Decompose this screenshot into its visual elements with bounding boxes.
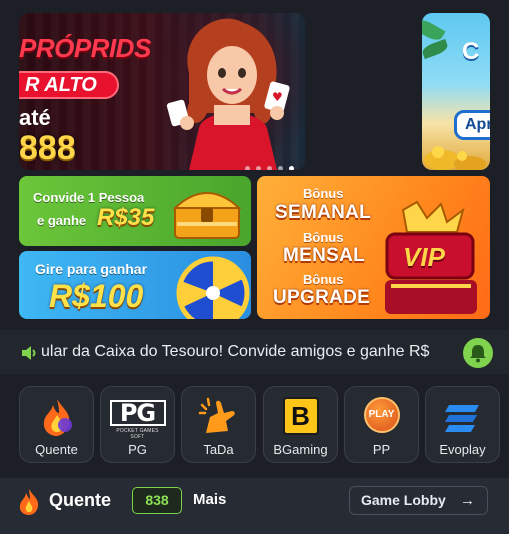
notification-bell-button[interactable] (463, 338, 493, 368)
bell-icon (470, 345, 486, 363)
more-link[interactable]: Mais (193, 491, 226, 508)
provider-label: PP (372, 442, 391, 457)
pragmatic-play-icon: PLAY (363, 397, 400, 433)
provider-tile-pp[interactable]: PLAY PP (344, 386, 419, 463)
provider-tile-bgaming[interactable]: B BGaming (263, 386, 338, 463)
carousel-dot[interactable] (267, 166, 272, 170)
provider-tile-evoplay[interactable]: Evoplay (425, 386, 500, 463)
promo-invite-card[interactable]: Convide 1 Pessoa e ganhe R$35 (19, 176, 251, 246)
carousel-dot-active[interactable] (289, 166, 294, 170)
palm-leaf-decoration (422, 38, 450, 60)
svg-text:♥: ♥ (272, 90, 283, 104)
bonus-title-3: UPGRADE (273, 287, 371, 308)
provider-label: BGaming (273, 442, 328, 457)
banner-character-illustration: ♥ (159, 13, 305, 170)
provider-label: PG (128, 442, 147, 457)
flame-icon (43, 399, 72, 436)
gold-coins-illustration (424, 146, 486, 170)
announcement-text: ular da Caixa do Tesouro! Convide amigos… (41, 343, 430, 360)
banner-slide-active[interactable]: PRÓPRIDS R ALTO até 888 ♥ (19, 13, 305, 170)
provider-label: Evoplay (439, 442, 486, 457)
bgaming-logo-icon: B (282, 397, 319, 435)
provider-tile-pg[interactable]: PG POCKET GAMES SOFT PG (100, 386, 175, 463)
bonus-label-2: Bônus (303, 230, 344, 245)
promo-wheel-line1: Gire para ganhar (35, 261, 148, 277)
banner2-button[interactable]: Apr (454, 110, 490, 140)
section-title: Quente (49, 490, 112, 510)
promo-wheel-amount: R$100 (49, 278, 144, 314)
banner-number: 888 (19, 129, 76, 167)
evoplay-logo-icon (444, 405, 479, 432)
promo-invite-amount: R$35 (97, 204, 155, 231)
provider-label: Quente (35, 442, 78, 457)
bonus-label-1: Bônus (303, 186, 344, 201)
bonus-title-1: SEMANAL (275, 202, 372, 223)
arrow-right-icon: → (460, 492, 475, 509)
banner-headline: PRÓPRIDS (19, 33, 151, 63)
promo-wheel-card[interactable]: Gire para ganhar R$100 (19, 251, 251, 319)
vip-badge-text: VIP (403, 242, 445, 272)
carousel-dot[interactable] (278, 166, 283, 170)
banner-ate-text: até (19, 105, 51, 130)
game-lobby-button[interactable]: Game Lobby → (349, 486, 488, 515)
bonus-title-2: MENSAL (283, 245, 366, 266)
pg-logo-icon: PG POCKET GAMES SOFT (109, 400, 166, 440)
bonus-label-3: Bônus (303, 272, 344, 287)
banner-pill: R ALTO (19, 71, 119, 99)
promo-bonus-card[interactable]: Bônus SEMANAL Bônus MENSAL Bônus UPGRADE… (257, 176, 490, 319)
banner-slide-next[interactable]: C Apr (422, 13, 490, 170)
banner2-headline: C (462, 38, 480, 65)
treasure-chest-icon (172, 192, 242, 239)
provider-tile-tada[interactable]: TaDa (181, 386, 256, 463)
speaker-icon (22, 346, 36, 360)
provider-tile-quente[interactable]: Quente (19, 386, 94, 463)
carousel-dots (245, 166, 294, 170)
pg-logo-subtitle: POCKET GAMES SOFT (116, 428, 159, 440)
promo-invite-line1: Convide 1 Pessoa (33, 190, 145, 205)
tada-hand-icon (198, 397, 235, 433)
promo-invite-line2: e ganhe (37, 213, 87, 228)
carousel-dot[interactable] (245, 166, 250, 170)
flame-icon (19, 489, 39, 515)
provider-label: TaDa (203, 442, 234, 457)
game-lobby-label: Game Lobby (361, 492, 446, 508)
game-count-badge: 838 (132, 487, 182, 514)
carousel-dot[interactable] (256, 166, 261, 170)
fortune-wheel-icon (176, 256, 250, 319)
